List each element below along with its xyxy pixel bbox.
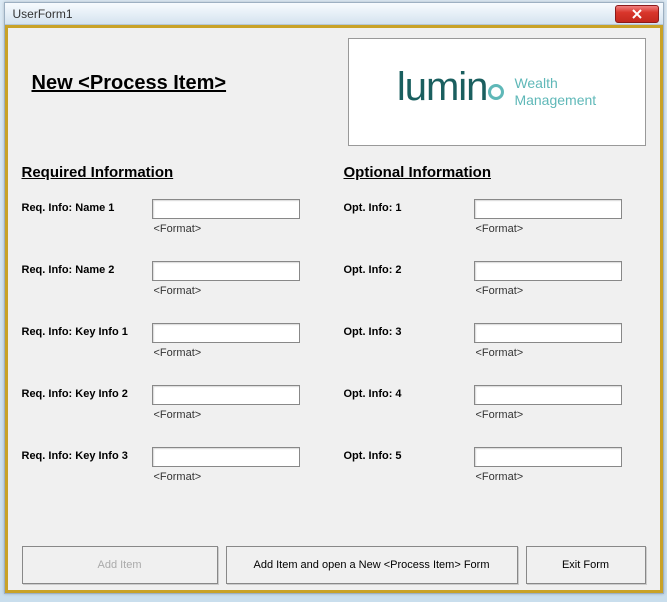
req-hint-4: <Format>: [152, 409, 324, 421]
opt-input-wrap-3: <Format>: [474, 323, 646, 359]
req-hint-5: <Format>: [152, 471, 324, 483]
req-field-row-4: Req. Info: Key Info 2 <Format>: [22, 385, 324, 441]
opt-hint-5: <Format>: [474, 471, 646, 483]
exit-form-button[interactable]: Exit Form: [526, 546, 646, 584]
close-button[interactable]: [615, 5, 659, 23]
req-input-wrap-1: <Format>: [152, 199, 324, 235]
req-label-5: Req. Info: Key Info 3: [22, 447, 152, 462]
opt-input-5[interactable]: [474, 447, 622, 467]
opt-label-2: Opt. Info: 2: [344, 261, 474, 276]
req-input-3[interactable]: [152, 323, 300, 343]
req-input-1[interactable]: [152, 199, 300, 219]
req-label-4: Req. Info: Key Info 2: [22, 385, 152, 400]
add-item-new-form-button[interactable]: Add Item and open a New <Process Item> F…: [226, 546, 518, 584]
logo-tagline: Wealth Management: [514, 75, 596, 109]
req-field-row-1: Req. Info: Name 1 <Format>: [22, 199, 324, 255]
req-input-wrap-2: <Format>: [152, 261, 324, 297]
req-input-wrap-4: <Format>: [152, 385, 324, 421]
opt-field-row-1: Opt. Info: 1 <Format>: [344, 199, 646, 255]
req-input-5[interactable]: [152, 447, 300, 467]
opt-field-row-5: Opt. Info: 5 <Format>: [344, 447, 646, 503]
titlebar[interactable]: UserForm1: [5, 3, 663, 25]
req-hint-2: <Format>: [152, 285, 324, 297]
logo-box: lumin Wealth Management: [348, 38, 646, 146]
opt-input-wrap-2: <Format>: [474, 261, 646, 297]
req-field-row-3: Req. Info: Key Info 1 <Format>: [22, 323, 324, 379]
opt-input-4[interactable]: [474, 385, 622, 405]
opt-label-4: Opt. Info: 4: [344, 385, 474, 400]
opt-field-row-3: Opt. Info: 3 <Format>: [344, 323, 646, 379]
req-input-4[interactable]: [152, 385, 300, 405]
button-row: Add Item Add Item and open a New <Proces…: [22, 546, 646, 584]
opt-label-3: Opt. Info: 3: [344, 323, 474, 338]
opt-input-wrap-1: <Format>: [474, 199, 646, 235]
opt-hint-1: <Format>: [474, 223, 646, 235]
logo-tagline-2: Management: [514, 92, 596, 109]
close-icon: [632, 9, 642, 19]
page-title: New <Process Item>: [32, 72, 227, 95]
columns: Required Information Req. Info: Name 1 <…: [22, 164, 646, 509]
opt-label-5: Opt. Info: 5: [344, 447, 474, 462]
optional-column: Optional Information Opt. Info: 1 <Forma…: [344, 164, 646, 509]
req-label-3: Req. Info: Key Info 1: [22, 323, 152, 338]
req-input-wrap-5: <Format>: [152, 447, 324, 483]
opt-label-1: Opt. Info: 1: [344, 199, 474, 214]
opt-input-wrap-5: <Format>: [474, 447, 646, 483]
req-field-row-5: Req. Info: Key Info 3 <Format>: [22, 447, 324, 503]
req-label-1: Req. Info: Name 1: [22, 199, 152, 214]
opt-input-1[interactable]: [474, 199, 622, 219]
req-label-2: Req. Info: Name 2: [22, 261, 152, 276]
header-row: New <Process Item> lumin Wealth Manageme…: [22, 38, 646, 146]
req-input-wrap-3: <Format>: [152, 323, 324, 359]
form-body: New <Process Item> lumin Wealth Manageme…: [5, 25, 663, 593]
window-frame: UserForm1 New <Process Item> lumin Wealt…: [4, 2, 664, 594]
opt-input-wrap-4: <Format>: [474, 385, 646, 421]
optional-section-title: Optional Information: [344, 164, 646, 181]
logo-tagline-1: Wealth: [514, 75, 596, 92]
required-column: Required Information Req. Info: Name 1 <…: [22, 164, 324, 509]
opt-input-3[interactable]: [474, 323, 622, 343]
opt-field-row-2: Opt. Info: 2 <Format>: [344, 261, 646, 317]
opt-hint-3: <Format>: [474, 347, 646, 359]
req-hint-1: <Format>: [152, 223, 324, 235]
logo-word: lumin: [397, 65, 488, 110]
opt-hint-4: <Format>: [474, 409, 646, 421]
opt-field-row-4: Opt. Info: 4 <Format>: [344, 385, 646, 441]
req-input-2[interactable]: [152, 261, 300, 281]
window-title: UserForm1: [13, 7, 73, 21]
logo-mark: lumin: [397, 65, 505, 120]
opt-input-2[interactable]: [474, 261, 622, 281]
required-section-title: Required Information: [22, 164, 324, 181]
req-field-row-2: Req. Info: Name 2 <Format>: [22, 261, 324, 317]
req-hint-3: <Format>: [152, 347, 324, 359]
logo-dot-icon: [488, 84, 504, 100]
opt-hint-2: <Format>: [474, 285, 646, 297]
add-item-button[interactable]: Add Item: [22, 546, 218, 584]
